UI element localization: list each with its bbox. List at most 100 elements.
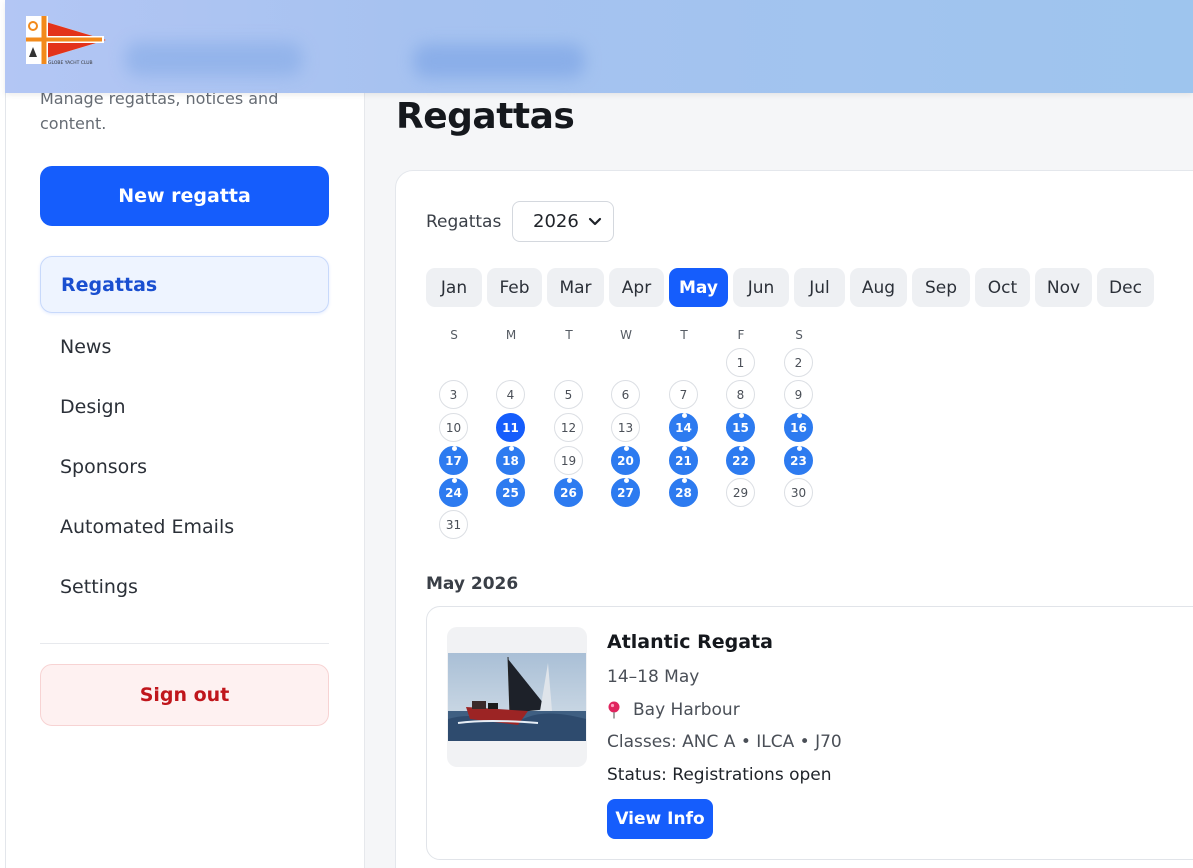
- event-location: Bay Harbour: [607, 700, 740, 720]
- year-select-value: 2026: [533, 211, 579, 232]
- calendar-day[interactable]: 12: [554, 413, 583, 442]
- calendar-day[interactable]: 31: [439, 510, 468, 539]
- blurred-header-link: [413, 44, 585, 78]
- event-dot-icon: [509, 478, 514, 483]
- event-dot-icon: [739, 446, 744, 451]
- calendar-day-event[interactable]: 21: [669, 446, 698, 475]
- sidebar-item-automated-emails[interactable]: Automated Emails: [40, 498, 329, 555]
- calendar-day-event[interactable]: 23: [784, 446, 813, 475]
- calendar-day[interactable]: 19: [554, 446, 583, 475]
- sidebar-description: Manage regattas, notices and content.: [40, 89, 279, 133]
- day-number: 15: [732, 420, 749, 435]
- month-tab-feb[interactable]: Feb: [487, 268, 542, 307]
- month-tab-nov[interactable]: Nov: [1035, 268, 1092, 307]
- calendar-day[interactable]: 13: [611, 413, 640, 442]
- club-burgee-icon[interactable]: GLOBE YACHT CLUB: [26, 14, 110, 68]
- month-tab-may[interactable]: May: [669, 268, 728, 307]
- sidebar-item-regattas[interactable]: Regattas: [40, 256, 329, 313]
- event-dot-icon: [624, 478, 629, 483]
- sidebar-item-design[interactable]: Design: [40, 378, 329, 435]
- blurred-club-name: [125, 42, 303, 76]
- calendar-day[interactable]: 5: [554, 380, 583, 409]
- calendar-day[interactable]: 7: [669, 380, 698, 409]
- weekday-header: T: [565, 328, 573, 342]
- calendar-day-event[interactable]: 26: [554, 478, 583, 507]
- month-tab-sep[interactable]: Sep: [912, 268, 970, 307]
- calendar-day-event[interactable]: 18: [496, 446, 525, 475]
- page-title: Regattas: [396, 96, 575, 137]
- weekday-header: F: [737, 328, 745, 342]
- event-location-text: Bay Harbour: [633, 700, 740, 720]
- calendar-day-event[interactable]: 22: [726, 446, 755, 475]
- day-number: 26: [560, 485, 577, 500]
- calendar-day[interactable]: 9: [784, 380, 813, 409]
- month-tab-dec[interactable]: Dec: [1097, 268, 1154, 307]
- day-number: 22: [732, 453, 749, 468]
- new-regatta-button[interactable]: New regatta: [40, 166, 329, 226]
- calendar-day[interactable]: 2: [784, 348, 813, 377]
- svg-text:GLOBE YACHT CLUB: GLOBE YACHT CLUB: [48, 60, 93, 66]
- event-dot-icon: [624, 446, 629, 451]
- calendar-day[interactable]: 6: [611, 380, 640, 409]
- calendar-day-event[interactable]: 16: [784, 413, 813, 442]
- event-dot-icon: [452, 478, 457, 483]
- calendar-day[interactable]: 3: [439, 380, 468, 409]
- event-dot-icon: [682, 413, 687, 418]
- calendar-day[interactable]: 29: [726, 478, 755, 507]
- weekday-header: S: [795, 328, 803, 342]
- month-tab-jun[interactable]: Jun: [733, 268, 789, 307]
- calendar-day[interactable]: 1: [726, 348, 755, 377]
- month-tab-mar[interactable]: Mar: [547, 268, 604, 307]
- event-dot-icon: [797, 446, 802, 451]
- day-number: 24: [445, 485, 462, 500]
- day-number: 18: [502, 453, 519, 468]
- view-info-button[interactable]: View Info: [607, 799, 713, 839]
- event-title: Atlantic Regata: [607, 631, 773, 653]
- calendar-day-event[interactable]: 28: [669, 478, 698, 507]
- weekday-header: T: [680, 328, 688, 342]
- event-dot-icon: [739, 413, 744, 418]
- calendar-day[interactable]: 10: [439, 413, 468, 442]
- event-dot-icon: [509, 446, 514, 451]
- event-status: Status: Registrations open: [607, 765, 832, 785]
- calendar-day-event[interactable]: 25: [496, 478, 525, 507]
- calendar-day-event[interactable]: 20: [611, 446, 640, 475]
- day-number: 21: [675, 453, 692, 468]
- day-number: 20: [617, 453, 634, 468]
- calendar-day-event[interactable]: 27: [611, 478, 640, 507]
- year-filter-label: Regattas: [426, 212, 502, 232]
- month-tab-jan[interactable]: Jan: [426, 268, 482, 307]
- calendar-day-today[interactable]: 11: [496, 413, 525, 442]
- sidebar-item-sponsors[interactable]: Sponsors: [40, 438, 329, 495]
- calendar-day[interactable]: 8: [726, 380, 755, 409]
- weekday-header: S: [450, 328, 458, 342]
- top-header: GLOBE YACHT CLUB: [5, 0, 1193, 93]
- event-dot-icon: [682, 446, 687, 451]
- month-tab-apr[interactable]: Apr: [609, 268, 664, 307]
- weekday-header: W: [620, 328, 632, 342]
- day-number: 25: [502, 485, 519, 500]
- calendar-day-event[interactable]: 14: [669, 413, 698, 442]
- month-tab-oct[interactable]: Oct: [975, 268, 1030, 307]
- sidebar-divider: [40, 643, 329, 644]
- map-pin-icon: [608, 701, 620, 719]
- sailboat-photo[interactable]: [448, 653, 586, 741]
- sign-out-button[interactable]: Sign out: [40, 664, 329, 726]
- sidebar: Manage regattas, notices and content. Ne…: [6, 0, 365, 868]
- event-dates: 14–18 May: [607, 667, 700, 687]
- month-tab-jul[interactable]: Jul: [794, 268, 845, 307]
- day-number: 28: [675, 485, 692, 500]
- day-number: 17: [445, 453, 462, 468]
- month-tab-aug[interactable]: Aug: [850, 268, 907, 307]
- weekday-header: M: [505, 328, 517, 342]
- calendar-day-event[interactable]: 24: [439, 478, 468, 507]
- calendar-day-event[interactable]: 17: [439, 446, 468, 475]
- sidebar-item-news[interactable]: News: [40, 318, 329, 375]
- calendar-day[interactable]: 30: [784, 478, 813, 507]
- calendar-day[interactable]: 4: [496, 380, 525, 409]
- event-dot-icon: [567, 478, 572, 483]
- sidebar-item-settings[interactable]: Settings: [40, 558, 329, 615]
- year-select[interactable]: 2026: [512, 201, 614, 242]
- event-classes: Classes: ANC A • ILCA • J70: [607, 732, 842, 752]
- calendar-day-event[interactable]: 15: [726, 413, 755, 442]
